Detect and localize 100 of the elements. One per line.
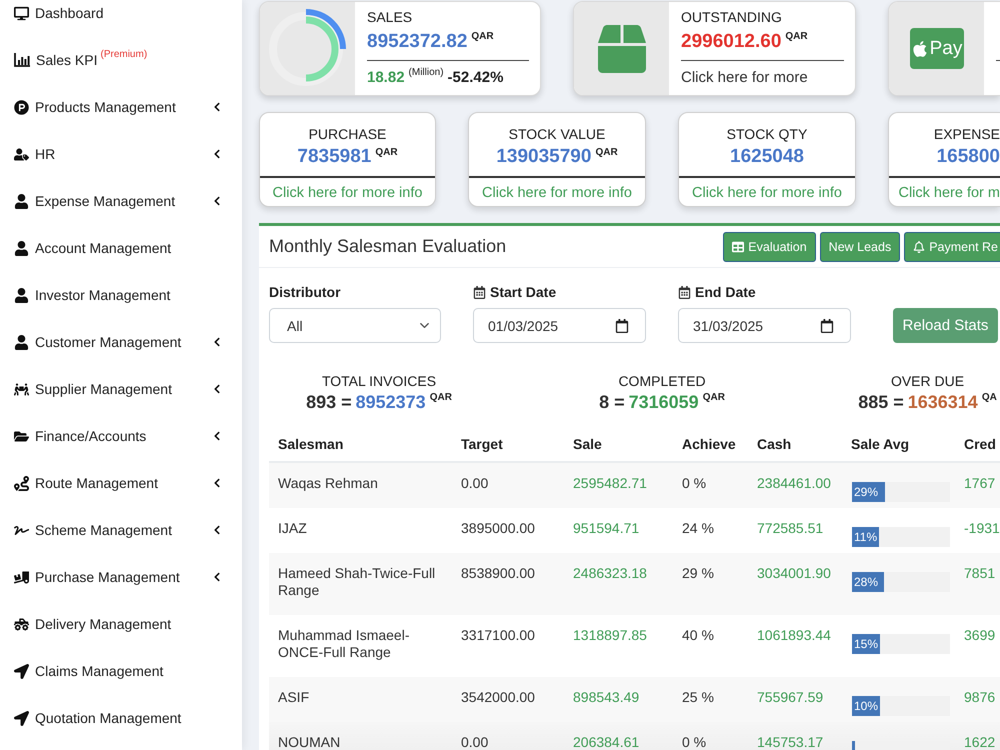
navigation-arrow-icon <box>14 664 29 678</box>
sidebar-item[interactable]: Dashboard <box>14 0 222 47</box>
truck-icon <box>14 616 29 632</box>
table-cell: 2595482.71 <box>564 462 673 508</box>
sidebar-item[interactable]: Purchase Management <box>14 564 222 611</box>
sidebar-item[interactable]: Account Management <box>14 235 222 282</box>
table-cell: 1061893.44 <box>748 615 842 677</box>
sidebar-item[interactable]: Customer Management <box>14 329 222 376</box>
table-cell: 40 % <box>673 615 748 677</box>
apple-icon <box>910 40 929 58</box>
table-cell: 3895000.00 <box>452 508 564 553</box>
table-cell: ASIF <box>269 677 452 722</box>
card-title: STOCK VALUE <box>508 125 606 143</box>
sidebar-item[interactable]: Delivery Management <box>14 611 222 658</box>
filter-label: End Date <box>695 284 756 300</box>
filter-label: Distributor <box>269 284 341 300</box>
table-cell: 3034001.90 <box>748 553 842 615</box>
logo-text: Pay <box>930 38 962 60</box>
date-field[interactable]: 31/03/2025 <box>678 308 851 343</box>
card-title: PURCHASE <box>308 125 388 143</box>
percent-label: 10% <box>852 696 880 716</box>
change-percent: -52.42% <box>448 68 504 88</box>
table-cell: 1622 <box>957 722 1000 750</box>
dolly-boxes-icon <box>14 570 29 584</box>
sidebar-item[interactable]: Route Management <box>14 470 222 517</box>
filter-label: Start Date <box>490 284 556 300</box>
monitor-icon <box>14 6 29 20</box>
date-field[interactable]: 01/03/2025 <box>473 308 646 343</box>
currency-unit: QAR <box>375 147 398 159</box>
currency-unit: QAR <box>702 392 725 404</box>
sidebar-item[interactable]: Quotation Management <box>14 705 222 750</box>
table-cell: NOUMAN <box>269 722 452 750</box>
table-cell: 9876 <box>957 677 1000 722</box>
card-value: 165800 <box>936 146 1000 168</box>
people-carrying-icon <box>14 382 29 396</box>
table-cell: 25 % <box>673 677 748 722</box>
table-cell: 0.00 <box>452 462 564 508</box>
user-tag-icon <box>14 146 29 162</box>
user-icon <box>14 194 29 208</box>
user-icon <box>14 288 29 302</box>
table-cell: 206384.61 <box>564 722 673 750</box>
table-icon <box>732 240 744 252</box>
amount-unit: (Million) <box>408 67 444 79</box>
percent-label: 15% <box>852 634 880 654</box>
card-title: STOCK QTY <box>726 125 808 143</box>
box-icon <box>598 24 646 72</box>
table-cell: 0.00 <box>452 722 564 750</box>
sidebar-item[interactable]: Supplier Management <box>14 376 222 423</box>
table-cell: IJAZ <box>269 508 452 553</box>
sidebar-item[interactable]: Claims Management <box>14 658 222 705</box>
card-title: OUTSTANDING <box>681 8 783 26</box>
more-link[interactable]: Click here for more <box>681 68 808 88</box>
stat-count: 885 = <box>858 391 904 413</box>
table-cell: 3542000.00 <box>452 677 564 722</box>
sidebar-item[interactable]: HR <box>14 141 222 188</box>
sidebar-item[interactable]: Investor Management <box>14 282 222 329</box>
stat-amount: 1636314 <box>908 391 978 413</box>
sidebar-item[interactable]: Finance/Accounts <box>14 423 222 470</box>
sidebar-item[interactable]: Products Management <box>14 94 222 141</box>
bar-chart-icon <box>14 53 30 67</box>
currency-unit: QAR <box>430 392 452 404</box>
user-icon <box>14 240 29 256</box>
card-title: EXPENSE <box>932 125 1000 143</box>
table-cell: 2486323.18 <box>564 553 673 615</box>
card-value: 7835981 <box>297 146 372 168</box>
table-cell: 1318897.85 <box>564 615 673 677</box>
folder-icon <box>14 428 29 444</box>
table-cell: Waqas Rehman <box>269 462 452 508</box>
navigation-arrow-icon <box>14 710 29 726</box>
stat-amount: 8952373 <box>356 391 426 413</box>
stat-amount: 7316059 <box>628 391 699 413</box>
card-value: 1625048 <box>730 146 804 168</box>
table-cell: -1931 <box>957 508 1000 553</box>
table-cell: 3699 <box>957 615 1000 677</box>
stat-label: COMPLETED <box>618 372 706 391</box>
calendar-icon <box>820 318 834 332</box>
table-cell: 3317100.00 <box>452 615 564 677</box>
distributor-select[interactable]: All <box>269 308 441 343</box>
currency-unit: QAR <box>595 147 618 159</box>
sidebar-item[interactable]: Sales KPI (Premium) <box>14 47 222 94</box>
table-cell: 0 % <box>673 722 748 750</box>
user-icon <box>14 334 29 350</box>
amount-value: 18.82 <box>367 68 405 88</box>
table-cell: 951594.71 <box>564 508 673 553</box>
table-cell: Hameed Shah-Twice-Full Range <box>269 553 452 615</box>
table-cell: 755967.59 <box>748 677 842 722</box>
table-cell: 24 % <box>673 508 748 553</box>
bell-icon <box>913 240 926 252</box>
card-value: 8952372.82 <box>367 30 468 54</box>
stat-count: 8 = <box>599 391 625 413</box>
calendar-icon <box>615 318 629 332</box>
stat-label: TOTAL INVOICES <box>322 372 436 391</box>
stat-count: 893 = <box>306 391 352 413</box>
table-cell: 29 % <box>673 553 748 615</box>
table-cell: Muhammad Ismaeel-ONCE-Full Range <box>269 615 452 677</box>
stat-label: OVER DUE <box>890 372 964 391</box>
sidebar-item[interactable]: Scheme Management <box>14 517 222 564</box>
calendar-icon <box>678 286 691 298</box>
sidebar-item[interactable]: Expense Management <box>14 188 222 235</box>
table-cell: 145753.17 <box>748 722 842 750</box>
